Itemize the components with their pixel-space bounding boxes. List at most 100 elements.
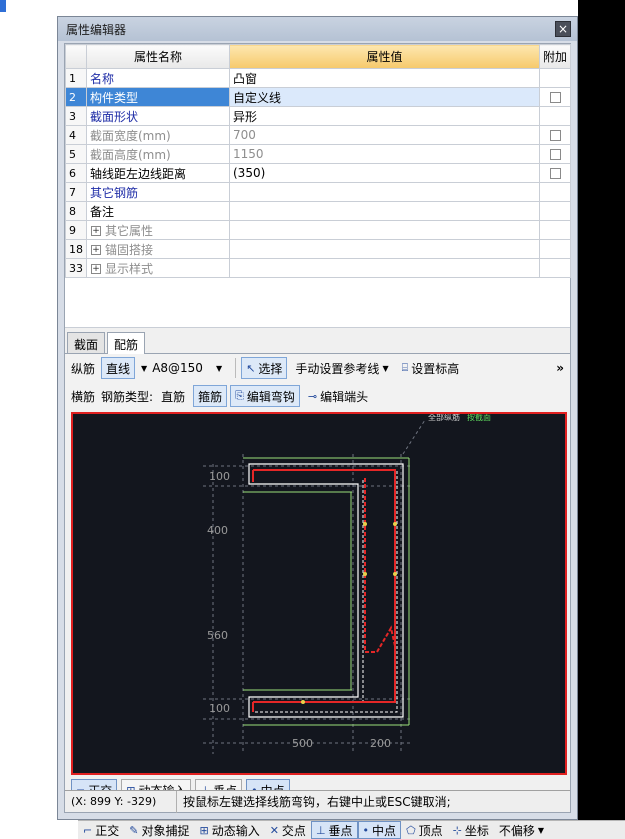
expand-icon[interactable]: + (91, 226, 101, 236)
table-row[interactable]: 3 截面形状 异形 (65, 106, 571, 126)
bottom-mid-button[interactable]: • 中点 (357, 821, 402, 839)
header-name[interactable]: 属性名称 (86, 44, 230, 69)
manual-reference-button[interactable]: 手动设置参考线 ▼ (290, 357, 393, 379)
set-mark-button[interactable]: ⌸ 设置标高 (397, 357, 465, 379)
table-row[interactable]: 6 轴线距左边线距离 (350) (65, 163, 571, 183)
extra-checkbox[interactable] (549, 168, 561, 179)
extra-checkbox[interactable] (549, 130, 561, 141)
header-extra[interactable]: 附加 (539, 44, 571, 69)
row-name[interactable]: + 其它属性 (86, 220, 230, 240)
table-row[interactable]: 4 截面宽度(mm) 700 (65, 125, 571, 145)
table-row[interactable]: 8 备注 (65, 201, 571, 221)
row-name[interactable]: 轴线距左边线距离 (86, 163, 230, 183)
row-value[interactable]: 1150 (229, 144, 540, 164)
row-name[interactable]: 其它钢筋 (86, 182, 230, 202)
coord-button[interactable]: ⊹ 坐标 (448, 821, 494, 839)
row-extra (539, 68, 571, 88)
vertex-icon: ⬠ (406, 823, 416, 837)
transverse-label: 横筋 (71, 389, 96, 404)
row-value[interactable] (229, 182, 540, 202)
expand-icon[interactable]: + (91, 264, 101, 274)
close-button[interactable]: × (555, 21, 571, 37)
row-value[interactable] (229, 239, 540, 259)
table-row[interactable]: 33 + 显示样式 (65, 258, 571, 278)
row-num: 6 (65, 163, 87, 183)
rebar-point[interactable] (301, 700, 305, 704)
section-drawing[interactable]: 全部纵筋 按截面 100 400 560 100 500 200 (73, 414, 565, 773)
bottom-ortho-button[interactable]: ⌐ 正交 (78, 821, 124, 839)
stirrup-button[interactable]: 箍筋 (193, 385, 228, 407)
bottom-ortho-label: 正交 (95, 823, 120, 838)
vertex-button[interactable]: ⬠ 顶点 (401, 821, 448, 839)
row-value[interactable]: 700 (229, 125, 540, 145)
bottom-perp-button[interactable]: ⊥ 垂点 (310, 821, 358, 839)
row-name[interactable]: + 显示样式 (86, 258, 230, 278)
extra-checkbox[interactable] (549, 92, 561, 103)
bottom-dynamic-button[interactable]: ⊞ 动态输入 (194, 821, 264, 839)
line-mode-button[interactable]: 直线 (101, 357, 136, 379)
cursor-arrow-icon: ↖ (246, 361, 256, 375)
editor-body: 属性名称 属性值 附加 1 名称 凸窗 2 构件类型 自定义线 3 截面形状 异… (64, 43, 571, 813)
row-extra (539, 106, 571, 126)
midpoint-icon: • (362, 823, 370, 837)
row-extra (539, 258, 571, 278)
section-drawing-canvas[interactable]: 全部纵筋 按截面 100 400 560 100 500 200 (71, 412, 567, 775)
row-num: 4 (65, 125, 87, 145)
rebar-point[interactable] (393, 522, 397, 526)
row-value[interactable] (229, 201, 540, 221)
table-row[interactable]: 5 截面高度(mm) 1150 (65, 144, 571, 164)
row-num: 1 (65, 68, 87, 88)
intersect-button[interactable]: ✕ 交点 (265, 821, 311, 839)
header-value[interactable]: 属性值 (229, 44, 540, 69)
rebar-spec-value: A8@150 (152, 361, 203, 375)
edit-hook-button[interactable]: ⎘ 编辑弯钩 (230, 385, 300, 407)
object-snap-button[interactable]: ✎ 对象捕捉 (124, 821, 194, 839)
extra-checkbox[interactable] (549, 149, 561, 160)
row-name[interactable]: 截面高度(mm) (86, 144, 230, 164)
dim-low-height: 560 (207, 629, 228, 642)
offset-dropdown[interactable]: 不偏移 ▼ (494, 821, 549, 839)
rebar-point[interactable] (363, 522, 367, 526)
row-name[interactable]: 截面宽度(mm) (86, 125, 230, 145)
more-tools-button[interactable]: » (556, 361, 564, 375)
dim-bottom-height: 100 (209, 702, 230, 715)
row-name[interactable]: 备注 (86, 201, 230, 221)
line-mode-label: 直线 (106, 361, 131, 376)
row-num: 33 (65, 258, 87, 278)
row-extra (539, 87, 571, 107)
ortho-icon: ⌐ (83, 823, 93, 837)
rebar-spec-dropdown[interactable]: A8@150 ▼ (147, 357, 227, 379)
rebar-point[interactable] (363, 572, 367, 576)
row-name[interactable]: + 锚固搭接 (86, 239, 230, 259)
dim-top-height: 100 (209, 470, 230, 483)
row-value[interactable]: (350) (229, 163, 540, 183)
row-name[interactable]: 截面形状 (86, 106, 230, 126)
row-num: 5 (65, 144, 87, 164)
table-row[interactable]: 2 构件类型 自定义线 (65, 87, 571, 107)
table-row[interactable]: 1 名称 凸窗 (65, 68, 571, 88)
row-value[interactable]: 自定义线 (229, 87, 540, 107)
status-bar: (X: 899 Y: -329) 按鼠标左键选择线筋弯钩，右键中止或ESC键取消… (65, 790, 570, 813)
bottom-mid-label: 中点 (372, 823, 397, 838)
table-row[interactable]: 9 + 其它属性 (65, 220, 571, 240)
tab-rebar[interactable]: 配筋 (107, 332, 146, 354)
property-table: 属性名称 属性值 附加 1 名称 凸窗 2 构件类型 自定义线 3 截面形状 异… (65, 44, 571, 278)
expand-icon[interactable]: + (91, 245, 101, 255)
row-extra (539, 220, 571, 240)
rebar-point[interactable] (393, 572, 397, 576)
table-row[interactable]: 7 其它钢筋 (65, 182, 571, 202)
row-name[interactable]: 构件类型 (86, 87, 230, 107)
window-titlebar[interactable]: 属性编辑器 (58, 17, 577, 41)
tab-section[interactable]: 截面 (67, 332, 106, 353)
straight-bar-button[interactable]: 直筋 (156, 385, 190, 407)
select-button[interactable]: ↖ 选择 (241, 357, 288, 379)
row-value[interactable] (229, 258, 540, 278)
row-name-text: 锚固搭接 (105, 242, 154, 257)
chevron-down-icon: ▼ (382, 363, 389, 373)
edit-end-button[interactable]: ⊸ 编辑端头 (303, 385, 373, 407)
row-value[interactable]: 异形 (229, 106, 540, 126)
row-name[interactable]: 名称 (86, 68, 230, 88)
row-value[interactable] (229, 220, 540, 240)
table-row[interactable]: 18 + 锚固搭接 (65, 239, 571, 259)
row-value[interactable]: 凸窗 (229, 68, 540, 88)
